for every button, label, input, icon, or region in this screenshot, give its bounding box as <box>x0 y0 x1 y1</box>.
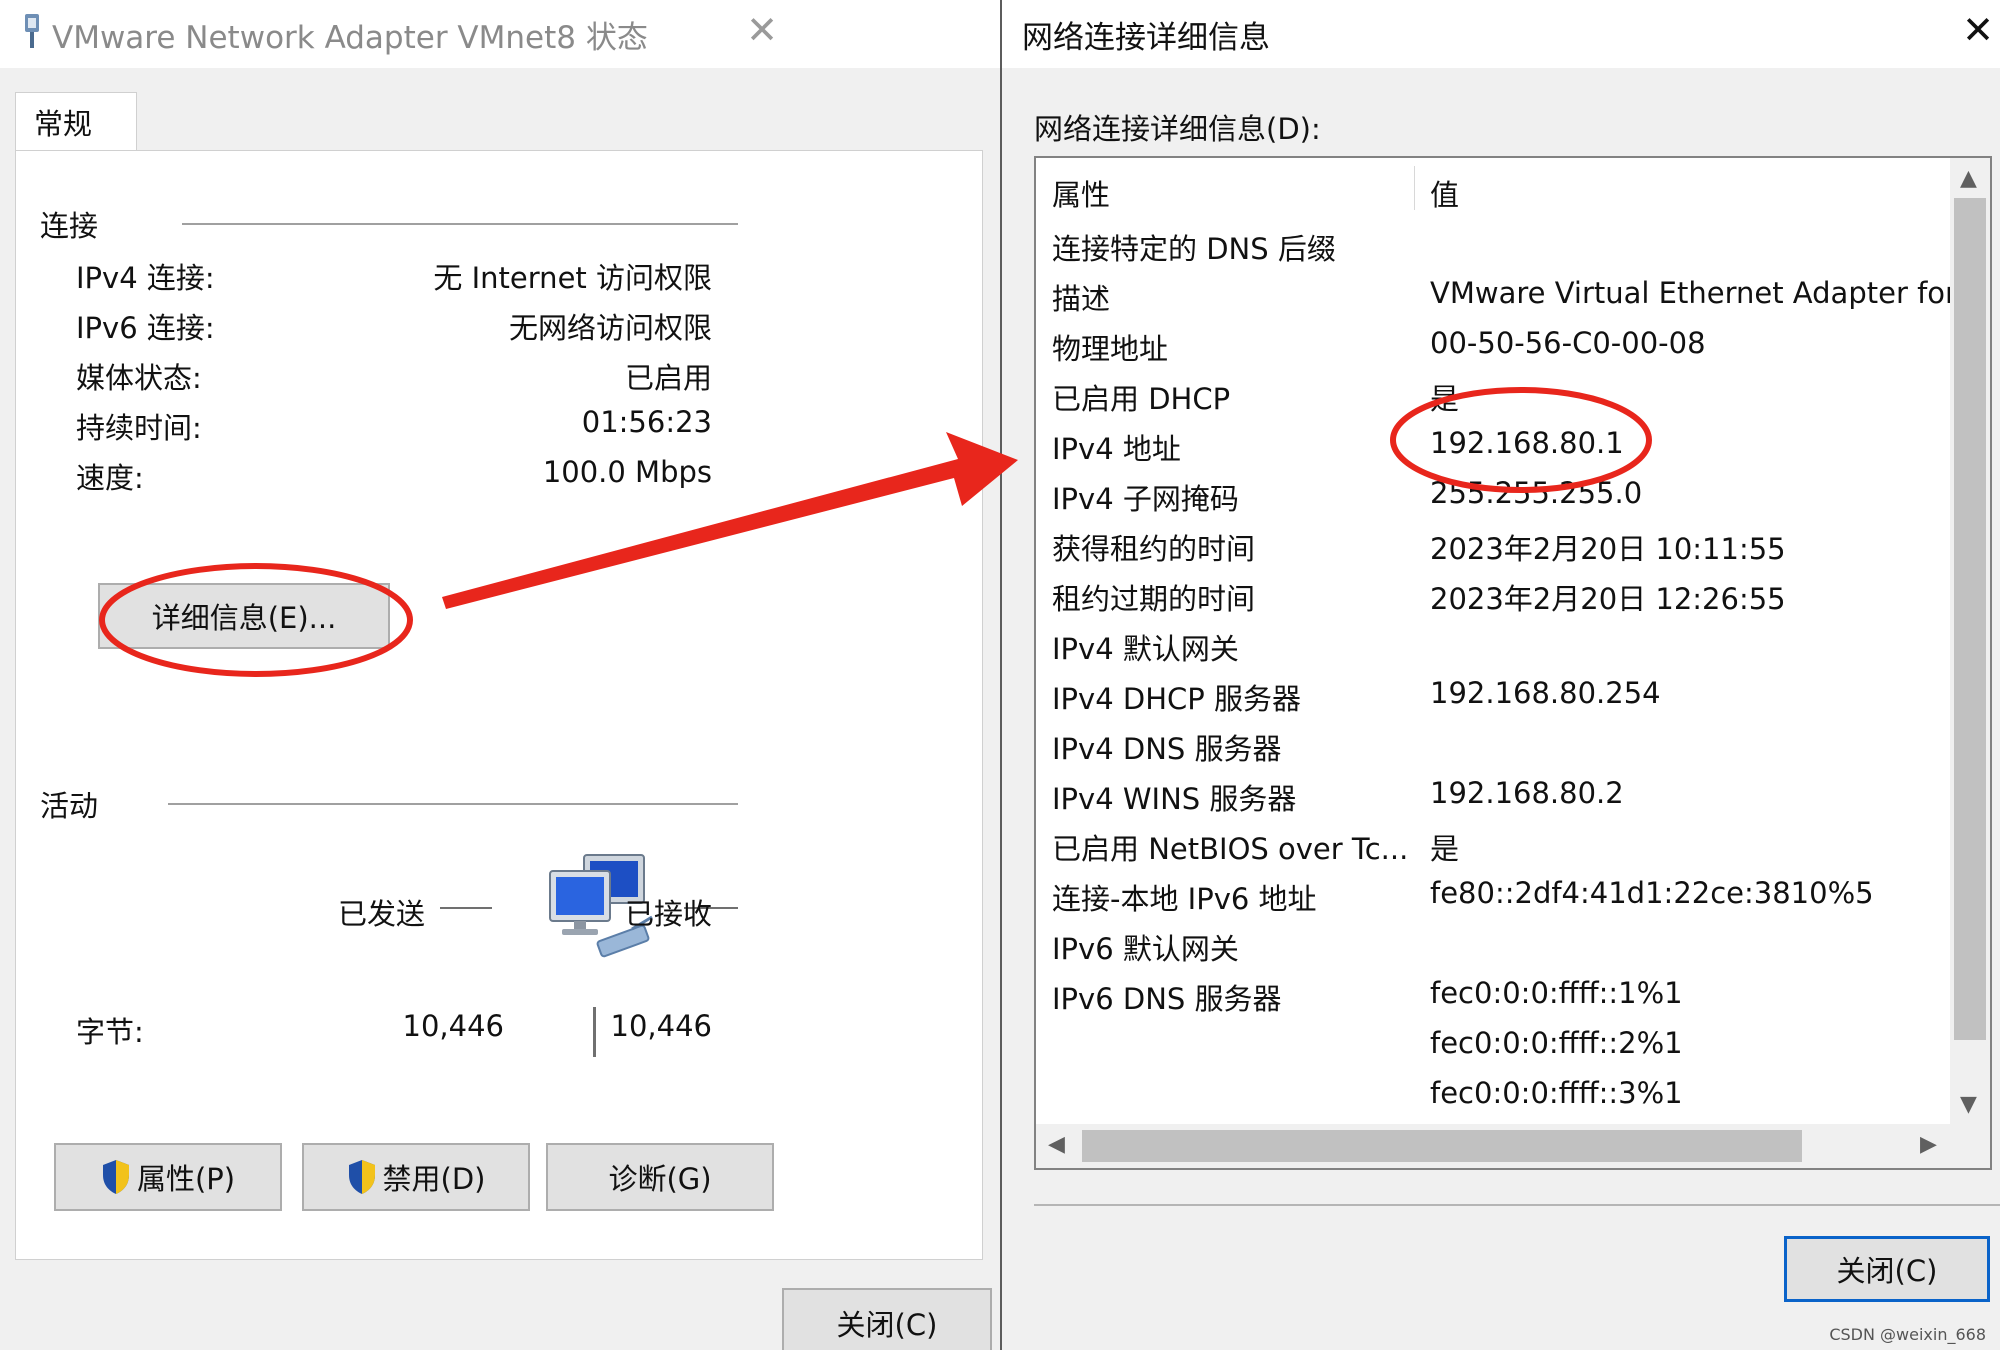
row-value: 255.255.255.0 <box>1430 476 1643 510</box>
bytes-label: 字节: <box>76 1015 144 1049</box>
diagnose-button[interactable]: 诊断(G) <box>546 1143 774 1211</box>
ipv4-address-value: 192.168.80.1 <box>1430 426 1624 460</box>
connection-divider <box>182 223 738 225</box>
uac-shield-icon <box>102 1160 129 1194</box>
scrollbar-corner <box>1950 1124 1990 1168</box>
footer-divider <box>1034 1204 2000 1206</box>
property-column-header[interactable]: 属性 <box>1052 172 1110 214</box>
row-property: 连接特定的 DNS 后缀 <box>1052 232 1336 266</box>
left-window-title: VMware Network Adapter VMnet8 状态 <box>52 20 648 56</box>
horizontal-scroll-thumb[interactable] <box>1082 1130 1802 1162</box>
activity-divider <box>168 803 738 805</box>
row-property: IPv6 DNS 服务器 <box>1052 982 1282 1016</box>
bytes-received-value: 10,446 <box>610 1009 712 1043</box>
row-property: IPv6 默认网关 <box>1052 932 1239 966</box>
row-value: VMware Virtual Ethernet Adapter for <box>1430 276 1957 310</box>
bytes-separator <box>593 1007 596 1057</box>
activity-group-label: 活动 <box>40 789 99 823</box>
row-property: 连接-本地 IPv6 地址 <box>1052 882 1317 916</box>
row-value: fe80::2df4:41d1:22ce:3810%5 <box>1430 876 1874 910</box>
row-value: 2023年2月20日 10:11:55 <box>1430 532 1786 566</box>
column-separator[interactable] <box>1414 166 1415 210</box>
ipv4-connectivity-label: IPv4 连接: <box>76 261 215 295</box>
chevron-up-icon[interactable]: ▲ <box>1960 166 1977 191</box>
disable-button-label: 禁用(D) <box>382 1162 486 1196</box>
row-value: fec0:0:0:ffff::3%1 <box>1430 1076 1683 1110</box>
ipv6-connectivity-value: 无网络访问权限 <box>508 311 712 345</box>
row-property: 物理地址 <box>1052 332 1169 366</box>
details-list-label: 网络连接详细信息(D): <box>1034 112 1321 146</box>
watermark: CSDN @weixin_668 <box>1829 1325 1986 1344</box>
details-list[interactable]: 属性 值 连接特定的 DNS 后缀 描述 VMware Virtual Ether… <box>1034 156 1992 1170</box>
row-value: 00-50-56-C0-00-08 <box>1430 326 1706 360</box>
ipv6-connectivity-label: IPv6 连接: <box>76 311 215 345</box>
right-close-button[interactable]: 关闭(C) <box>1784 1236 1990 1302</box>
row-value: 是 <box>1430 382 1460 416</box>
chevron-down-icon[interactable]: ▼ <box>1960 1092 1977 1117</box>
value-column-header[interactable]: 值 <box>1430 172 1459 214</box>
sent-label: 已发送 <box>338 897 426 931</box>
row-value: 2023年2月20日 12:26:55 <box>1430 582 1786 616</box>
left-close-button[interactable]: 关闭(C) <box>782 1288 992 1350</box>
vertical-scroll-thumb[interactable] <box>1954 198 1986 1040</box>
row-value: 是 <box>1430 832 1460 866</box>
row-property: IPv4 WINS 服务器 <box>1052 782 1297 816</box>
properties-button-label: 属性(P) <box>136 1162 236 1196</box>
row-property: IPv4 默认网关 <box>1052 632 1239 666</box>
connection-details-window: 网络连接详细信息 ✕ 网络连接详细信息(D): 属性 值 连接特定的 DNS 后… <box>1002 0 2000 1350</box>
ipv4-connectivity-value: 无 Internet 访问权限 <box>433 261 712 295</box>
row-property: IPv4 DNS 服务器 <box>1052 732 1282 766</box>
row-value: fec0:0:0:ffff::2%1 <box>1430 1026 1683 1060</box>
adapter-status-window: VMware Network Adapter VMnet8 状态 ✕ 常规 连接… <box>0 0 1000 1350</box>
general-tab-panel: 连接 IPv4 连接: 无 Internet 访问权限 IPv6 连接: 无网络… <box>15 150 983 1260</box>
horizontal-scrollbar[interactable]: ◀ ▶ <box>1036 1124 1952 1168</box>
right-title-bar[interactable]: 网络连接详细信息 ✕ <box>1002 0 2000 68</box>
speed-label: 速度: <box>76 461 144 495</box>
row-property: IPv4 地址 <box>1052 432 1181 466</box>
close-icon[interactable]: ✕ <box>1956 8 2000 52</box>
connection-group-label: 连接 <box>40 209 99 243</box>
row-value: 192.168.80.254 <box>1430 676 1661 710</box>
vertical-scrollbar[interactable]: ▲ ▼ <box>1950 158 1990 1126</box>
duration-value: 01:56:23 <box>581 405 712 439</box>
row-property: IPv4 子网掩码 <box>1052 482 1239 516</box>
row-property: 描述 <box>1052 282 1111 316</box>
row-property: 已启用 NetBIOS over Tc... <box>1052 832 1409 866</box>
media-state-value: 已启用 <box>624 361 712 395</box>
uac-shield-icon <box>348 1160 375 1194</box>
close-icon[interactable]: ✕ <box>740 8 784 52</box>
left-title-bar[interactable]: VMware Network Adapter VMnet8 状态 ✕ <box>0 0 1000 68</box>
tab-general[interactable]: 常规 <box>15 92 137 152</box>
disable-button[interactable]: 禁用(D) <box>302 1143 530 1211</box>
row-property: 租约过期的时间 <box>1052 582 1256 616</box>
row-value: fec0:0:0:ffff::1%1 <box>1430 976 1683 1010</box>
bytes-sent-value: 10,446 <box>402 1009 504 1043</box>
received-label: 已接收 <box>624 897 712 931</box>
speed-value: 100.0 Mbps <box>542 455 712 489</box>
details-button[interactable]: 详细信息(E)... <box>98 583 390 649</box>
right-window-title: 网络连接详细信息 <box>1022 20 1270 56</box>
row-property: 已启用 DHCP <box>1052 382 1231 416</box>
duration-label: 持续时间: <box>76 411 202 445</box>
properties-button[interactable]: 属性(P) <box>54 1143 282 1211</box>
row-property: IPv4 DHCP 服务器 <box>1052 682 1301 716</box>
chevron-right-icon[interactable]: ▶ <box>1920 1132 1937 1157</box>
row-value: 192.168.80.2 <box>1430 776 1624 810</box>
row-property: 获得租约的时间 <box>1052 532 1256 566</box>
sent-line <box>440 907 492 909</box>
chevron-left-icon[interactable]: ◀ <box>1048 1132 1065 1157</box>
media-state-label: 媒体状态: <box>76 361 202 395</box>
network-adapter-icon <box>25 14 39 48</box>
